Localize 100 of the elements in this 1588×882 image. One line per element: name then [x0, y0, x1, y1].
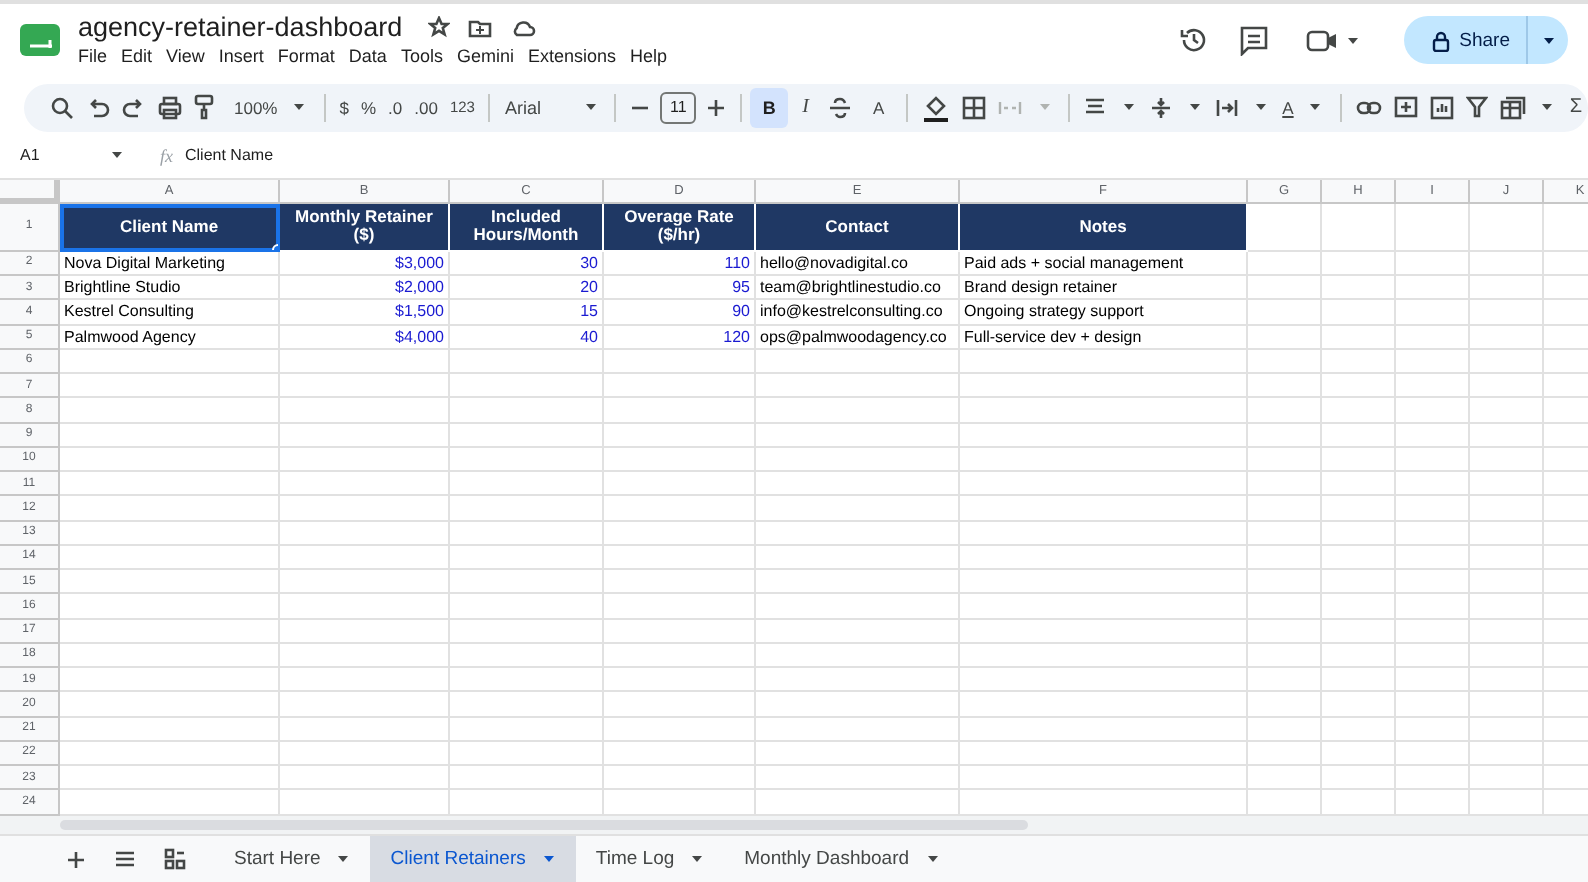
empty-cell[interactable]	[280, 766, 450, 791]
sheet-tab[interactable]: Time Log	[575, 836, 725, 882]
empty-cell[interactable]	[960, 545, 1248, 571]
empty-cell[interactable]	[960, 766, 1248, 791]
menu-item[interactable]: Edit	[121, 46, 153, 66]
empty-cell[interactable]	[756, 349, 960, 375]
empty-cell[interactable]	[1248, 325, 1322, 350]
empty-cell[interactable]	[604, 741, 756, 767]
empty-cell[interactable]	[1322, 668, 1396, 693]
empty-cell[interactable]	[280, 692, 450, 718]
empty-cell[interactable]	[1248, 398, 1322, 424]
print-icon[interactable]	[158, 95, 182, 120]
empty-cell[interactable]	[1248, 570, 1322, 595]
empty-cell[interactable]	[756, 496, 960, 522]
empty-cell[interactable]	[450, 594, 604, 620]
empty-cell[interactable]	[960, 692, 1248, 718]
search-icon[interactable]	[50, 95, 74, 120]
empty-cell[interactable]	[450, 447, 604, 473]
document-title[interactable]: agency-retainer-dashboard	[78, 12, 403, 42]
empty-cell[interactable]	[1322, 203, 1396, 252]
empty-cell[interactable]	[604, 643, 756, 669]
empty-cell[interactable]	[756, 766, 960, 791]
empty-cell[interactable]	[756, 643, 960, 669]
empty-cell[interactable]	[450, 643, 604, 669]
caret-icon[interactable]	[1121, 102, 1136, 113]
name-box[interactable]: A1	[0, 146, 110, 165]
empty-cell[interactable]	[1396, 668, 1470, 693]
table-cell[interactable]: 90	[604, 300, 756, 326]
caret-icon[interactable]	[541, 854, 556, 865]
empty-cell[interactable]	[1470, 349, 1544, 375]
empty-cell[interactable]	[280, 619, 450, 644]
folder-icon[interactable]	[468, 17, 493, 37]
empty-cell[interactable]	[1248, 594, 1322, 620]
empty-cell[interactable]	[756, 668, 960, 693]
empty-cell[interactable]	[756, 570, 960, 595]
empty-cell[interactable]	[1470, 398, 1544, 424]
header-cell[interactable]: Included Hours/Month	[450, 203, 604, 252]
header-cell[interactable]: Overage Rate ($/hr)	[604, 203, 756, 252]
star-icon[interactable]	[428, 16, 451, 38]
empty-cell[interactable]	[280, 496, 450, 522]
table-cell[interactable]: 20	[450, 276, 604, 301]
empty-cell[interactable]	[604, 349, 756, 375]
caret-icon[interactable]	[110, 150, 124, 161]
sheet-grid-icon[interactable]	[164, 848, 186, 871]
table-cell[interactable]: Palmwood Agency	[60, 325, 280, 350]
share-options-caret-icon[interactable]	[1541, 35, 1555, 45]
empty-cell[interactable]	[604, 423, 756, 448]
empty-cell[interactable]	[960, 374, 1248, 399]
empty-cell[interactable]	[1396, 447, 1470, 473]
table-cell[interactable]: $1,500	[280, 300, 450, 326]
empty-cell[interactable]	[1470, 766, 1544, 791]
bold-button[interactable]: B	[750, 87, 789, 128]
cloud-icon[interactable]	[510, 17, 537, 37]
menu-item[interactable]: View	[166, 46, 205, 66]
empty-cell[interactable]	[1396, 496, 1470, 522]
empty-cell[interactable]	[604, 668, 756, 693]
table-cell[interactable]: Full-service dev + design	[960, 325, 1248, 350]
menu-item[interactable]: Gemini	[456, 46, 514, 66]
empty-cell[interactable]	[1322, 717, 1396, 742]
empty-cell[interactable]	[280, 398, 450, 424]
empty-cell[interactable]	[1470, 717, 1544, 742]
empty-cell[interactable]	[1470, 545, 1544, 571]
empty-cell[interactable]	[1248, 300, 1322, 326]
sheet-tab[interactable]: Monthly Dashboard	[724, 836, 960, 882]
empty-cell[interactable]	[1322, 472, 1396, 497]
empty-cell[interactable]	[1396, 398, 1470, 424]
empty-cell[interactable]	[960, 447, 1248, 473]
font-dropdown[interactable]: Arial	[498, 97, 575, 118]
empty-cell[interactable]	[1248, 472, 1322, 497]
empty-cell[interactable]	[756, 447, 960, 473]
caret-icon[interactable]	[292, 102, 307, 113]
empty-cell[interactable]	[1470, 423, 1544, 448]
empty-cell[interactable]	[450, 472, 604, 497]
empty-cell[interactable]	[1470, 570, 1544, 595]
empty-cell[interactable]	[1470, 374, 1544, 399]
table-cell[interactable]: team@brightlinestudio.co	[756, 276, 960, 301]
empty-cell[interactable]	[1248, 374, 1322, 399]
chart-icon[interactable]	[1429, 95, 1454, 120]
text-wrap-icon[interactable]	[1216, 97, 1239, 118]
empty-cell[interactable]	[280, 570, 450, 595]
paint-format-icon[interactable]	[194, 94, 214, 121]
caret-icon[interactable]	[690, 854, 705, 865]
plus-icon[interactable]	[706, 97, 727, 118]
empty-cell[interactable]	[1396, 570, 1470, 595]
empty-cell[interactable]	[1470, 594, 1544, 620]
empty-cell[interactable]	[1322, 300, 1396, 326]
empty-cell[interactable]	[450, 496, 604, 522]
empty-cell[interactable]	[1396, 203, 1470, 252]
empty-cell[interactable]	[756, 545, 960, 571]
empty-cell[interactable]	[1396, 741, 1470, 767]
empty-cell[interactable]	[1248, 741, 1322, 767]
empty-cell[interactable]	[280, 717, 450, 742]
table-cell[interactable]: Kestrel Consulting	[60, 300, 280, 326]
empty-cell[interactable]	[1322, 276, 1396, 301]
empty-cell[interactable]	[1248, 668, 1322, 693]
table-cell[interactable]: Brightline Studio	[60, 276, 280, 301]
table-cell[interactable]: 120	[604, 325, 756, 350]
table-views-icon[interactable]	[1499, 95, 1526, 120]
empty-cell[interactable]	[1322, 374, 1396, 399]
caret-icon[interactable]	[925, 854, 940, 865]
